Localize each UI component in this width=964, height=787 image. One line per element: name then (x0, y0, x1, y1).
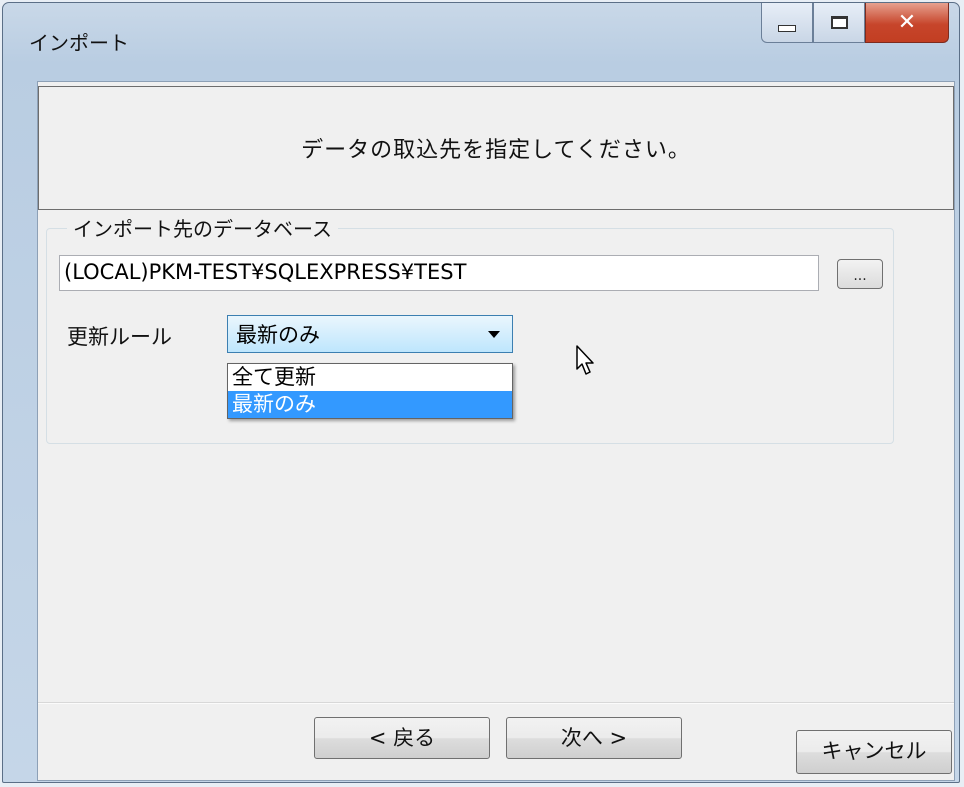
minimize-button[interactable] (761, 3, 813, 43)
group-title: インポート先のデータベース (67, 213, 338, 242)
update-rule-label: 更新ルール (67, 325, 172, 349)
close-button[interactable]: ✕ (865, 3, 949, 43)
maximize-button[interactable] (813, 3, 865, 43)
maximize-icon (830, 16, 848, 29)
footer-divider (38, 702, 954, 704)
dropdown-option-update-all[interactable]: 全て更新 (228, 364, 512, 391)
title-bar[interactable]: インポート ✕ (3, 3, 959, 77)
update-rule-selected-value: 最新のみ (236, 323, 320, 347)
chevron-down-icon (488, 331, 500, 338)
cancel-button[interactable]: キャンセル (796, 730, 952, 774)
database-path-input[interactable]: (LOCAL)PKM-TEST¥SQLEXPRESS¥TEST (59, 255, 819, 291)
update-rule-select[interactable]: 最新のみ (227, 315, 513, 353)
instruction-panel: データの取込先を指定してください。 (38, 86, 954, 210)
close-icon: ✕ (897, 10, 917, 35)
window-title: インポート (29, 31, 129, 55)
dropdown-option-latest-only[interactable]: 最新のみ (228, 391, 512, 418)
caption-buttons: ✕ (761, 3, 949, 45)
update-rule-dropdown-list: 全て更新 最新のみ (227, 363, 513, 419)
browse-button[interactable]: ... (837, 259, 883, 289)
mouse-pointer-icon (576, 345, 594, 375)
import-window: インポート ✕ データの取込先を指定してください。 インポート先のデータベース … (2, 2, 960, 783)
next-button[interactable]: 次へ > (506, 717, 682, 759)
dialog-client-area: データの取込先を指定してください。 インポート先のデータベース (LOCAL)P… (37, 81, 955, 781)
back-button[interactable]: < 戻る (314, 717, 490, 759)
target-database-group: インポート先のデータベース (LOCAL)PKM-TEST¥SQLEXPRESS… (46, 213, 894, 444)
instruction-text: データの取込先を指定してください。 (301, 138, 691, 163)
minimize-icon (778, 25, 796, 32)
